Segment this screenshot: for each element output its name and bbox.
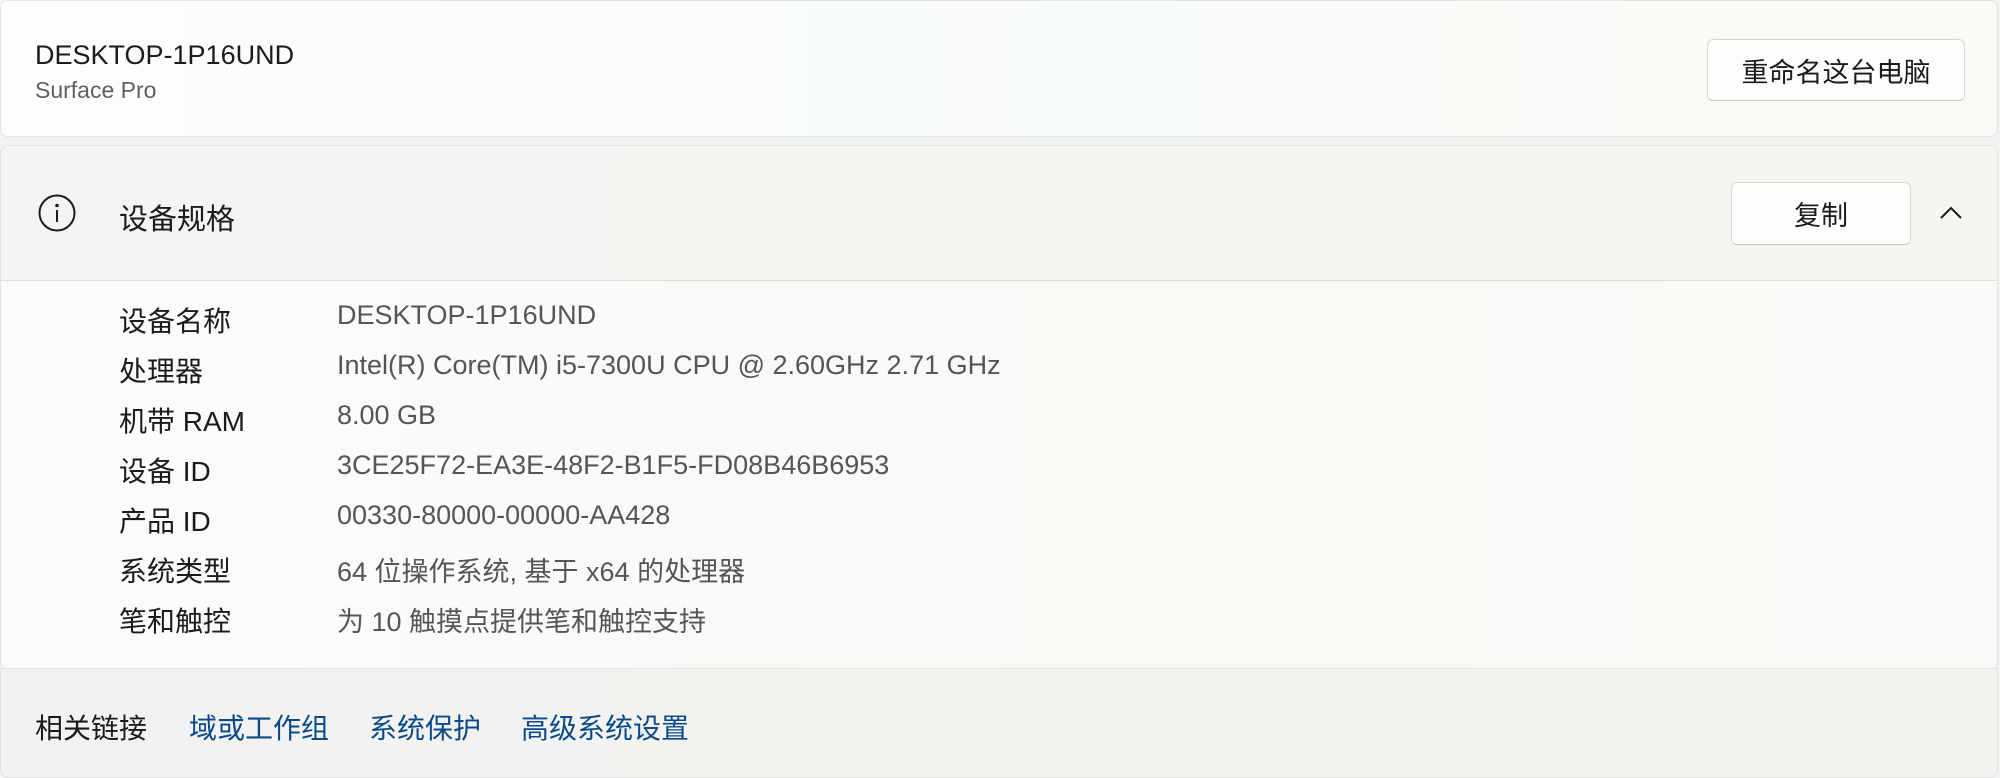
spec-label: 设备 ID [119, 456, 211, 487]
spec-value: 00330-80000-00000-AA428 [337, 500, 671, 530]
spec-row-processor: 处理器 Intel(R) Core(TM) i5-7300U CPU @ 2.6… [1, 350, 1997, 390]
device-model: Surface Pro [35, 77, 157, 103]
spec-row-pen-touch: 笔和触控 为 10 触摸点提供笔和触控支持 [1, 600, 1997, 640]
device-specs-card: 设备规格 复制 设备名称 DESKTOP-1P16UND 处理器 Intel(R… [0, 145, 1998, 670]
spec-label: 机带 RAM [119, 406, 246, 437]
device-name: DESKTOP-1P16UND [35, 40, 295, 70]
copy-button[interactable]: 复制 [1731, 182, 1911, 245]
spec-label: 系统类型 [119, 556, 232, 587]
spec-label: 笔和触控 [119, 606, 232, 637]
link-domain-workgroup[interactable]: 域或工作组 [189, 707, 329, 747]
device-specs-header[interactable]: 设备规格 复制 [1, 146, 1997, 281]
related-links-bar: 相关链接 域或工作组 系统保护 高级系统设置 [0, 668, 1998, 778]
spec-row-device-id: 设备 ID 3CE25F72-EA3E-48F2-B1F5-FD08B46B69… [1, 450, 1997, 490]
collapse-toggle[interactable] [1931, 191, 1971, 235]
spec-value: 为 10 触摸点提供笔和触控支持 [337, 607, 707, 637]
device-specs-title: 设备规格 [119, 204, 236, 236]
link-advanced-system-settings[interactable]: 高级系统设置 [521, 707, 689, 747]
spec-value: 8.00 GB [337, 400, 437, 430]
info-icon [38, 194, 76, 232]
spec-value: Intel(R) Core(TM) i5-7300U CPU @ 2.60GHz… [337, 350, 1001, 380]
spec-row-product-id: 产品 ID 00330-80000-00000-AA428 [1, 500, 1997, 540]
rename-pc-button[interactable]: 重命名这台电脑 [1707, 39, 1965, 101]
spec-value: 3CE25F72-EA3E-48F2-B1F5-FD08B46B6953 [337, 450, 890, 480]
spec-value: 64 位操作系统, 基于 x64 的处理器 [337, 557, 746, 587]
spec-label: 设备名称 [119, 306, 232, 337]
spec-row-system-type: 系统类型 64 位操作系统, 基于 x64 的处理器 [1, 550, 1997, 590]
link-system-protection[interactable]: 系统保护 [369, 707, 481, 747]
spec-label: 产品 ID [119, 506, 211, 537]
device-specs-list: 设备名称 DESKTOP-1P16UND 处理器 Intel(R) Core(T… [1, 281, 1997, 669]
chevron-up-icon [1940, 206, 1962, 219]
spec-row-ram: 机带 RAM 8.00 GB [1, 400, 1997, 440]
related-links-label: 相关链接 [35, 713, 148, 744]
spec-value: DESKTOP-1P16UND [337, 300, 597, 330]
device-card: DESKTOP-1P16UND Surface Pro 重命名这台电脑 [0, 0, 1998, 137]
spec-label: 处理器 [119, 356, 204, 387]
spec-row-device-name: 设备名称 DESKTOP-1P16UND [1, 300, 1997, 340]
